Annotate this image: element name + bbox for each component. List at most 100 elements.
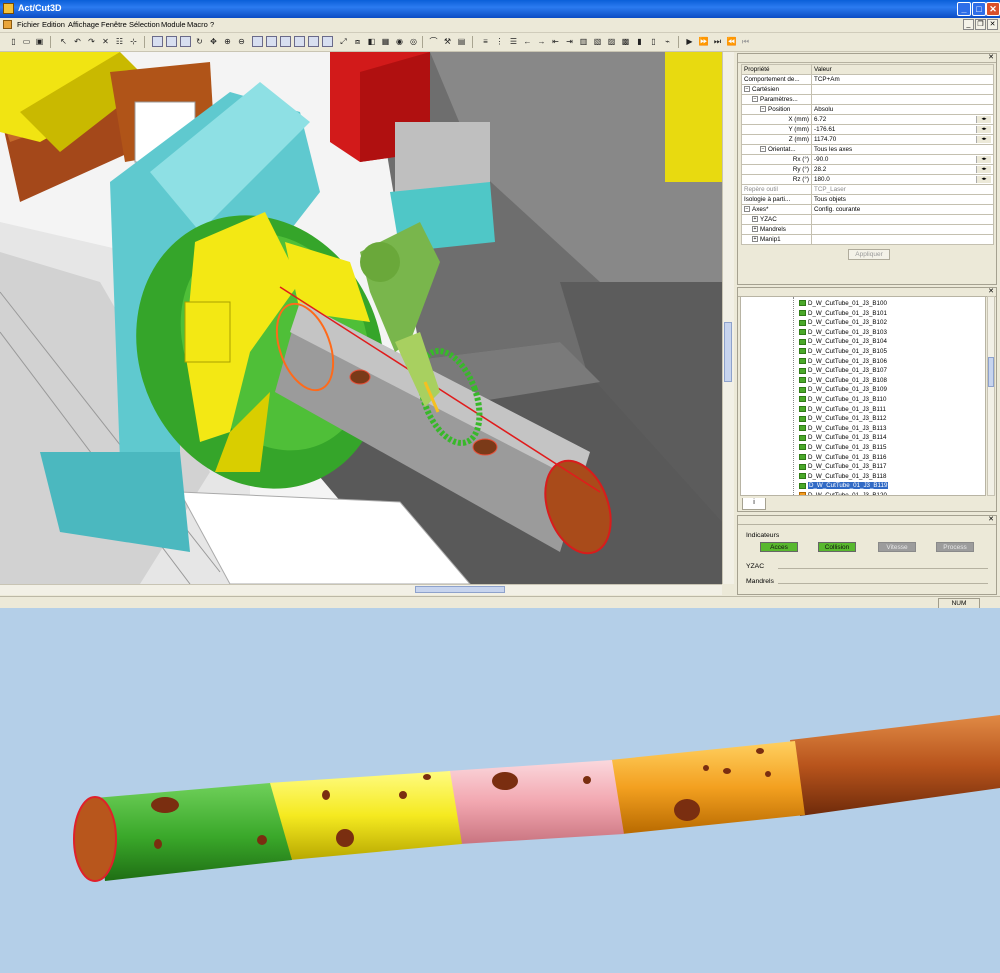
prop-row[interactable]: − Cartésien (741, 84, 994, 95)
tree-item[interactable]: D_W_CutTube_01_J3_B106 (799, 357, 887, 366)
chart-icon[interactable]: ▧ (592, 36, 603, 47)
camera-icon[interactable]: ◉ (394, 36, 405, 47)
bar-chart-icon[interactable]: ▮ (634, 36, 645, 47)
tree-tab[interactable]: i (742, 498, 766, 510)
tree-item[interactable]: D_W_CutTube_01_J3_B112 (799, 414, 886, 423)
report-icon[interactable]: ▨ (606, 36, 617, 47)
tree-item[interactable]: D_W_CutTube_01_J3_B115 (799, 443, 886, 452)
spin-arrows-icon[interactable]: ◂▸ (976, 125, 991, 133)
tree-scrollbar[interactable] (987, 296, 995, 496)
collapse-icon[interactable]: − (760, 105, 766, 112)
prop-row[interactable]: + Manip1 (741, 234, 994, 245)
view-back-icon[interactable] (308, 36, 319, 47)
tree-item[interactable]: D_W_CutTube_01_J3_B109 (799, 385, 887, 394)
step-forward-icon[interactable]: ⇥ (564, 36, 575, 47)
maximize-button[interactable]: □ (972, 2, 986, 16)
menu-macro[interactable]: Macro (187, 20, 208, 29)
collapse-icon[interactable]: − (760, 145, 766, 152)
indicator-collision[interactable]: Collision (818, 542, 856, 552)
menu-selection[interactable]: Sélection (129, 20, 160, 29)
tree-item[interactable]: D_W_CutTube_01_J3_B101 (799, 309, 887, 318)
prop-row[interactable]: Repère outil TCP_Laser (741, 184, 994, 195)
mdi-minimize-icon[interactable]: _ (963, 19, 974, 30)
scroll-thumb[interactable] (724, 322, 732, 382)
prop-value[interactable]: Absolu (811, 104, 994, 115)
redo-icon[interactable]: ↷ (86, 36, 97, 47)
distribute-icon[interactable]: ⋮ (494, 36, 505, 47)
zoom-in-icon[interactable]: ⊕ (222, 36, 233, 47)
prop-row[interactable]: Y (mm) -176.61 ◂▸ (741, 124, 994, 135)
prop-row[interactable]: Ry (°) 28.2 ◂▸ (741, 164, 994, 175)
prop-value[interactable]: 1174.70 ◂▸ (811, 134, 994, 145)
view-top-icon[interactable] (252, 36, 263, 47)
tree-item[interactable]: D_W_CutTube_01_J3_B117 (799, 462, 886, 471)
indicator-acces[interactable]: Acces (760, 542, 798, 552)
panel-close-icon[interactable]: ✕ (988, 53, 994, 61)
calculator-icon[interactable]: ▤ (456, 36, 467, 47)
left-arrow-icon[interactable]: ← (522, 36, 533, 47)
view-bottom-icon[interactable] (266, 36, 277, 47)
tree-item[interactable]: D_W_CutTube_01_J3_B118 (799, 472, 886, 481)
prop-value[interactable]: 180.0 ◂▸ (811, 174, 994, 185)
3d-viewport[interactable] (0, 52, 722, 584)
prop-row[interactable]: Rx (°) -90.0 ◂▸ (741, 154, 994, 165)
fit-all-icon[interactable]: ⤢ (338, 36, 349, 47)
spin-arrows-icon[interactable]: ◂▸ (976, 135, 991, 143)
prop-value[interactable]: Config. courante (811, 204, 994, 215)
prop-row[interactable]: − Orientat... Tous les axes (741, 144, 994, 155)
z-value[interactable]: 1174.70 (814, 136, 836, 143)
view-iso-icon[interactable] (180, 36, 191, 47)
menu-module[interactable]: Module (161, 20, 186, 29)
tree-item[interactable]: D_W_CutTube_01_J3_B114 (799, 433, 886, 442)
prop-row[interactable]: − Axes* Config. courante (741, 204, 994, 215)
prop-value[interactable]: 28.2 ◂▸ (811, 164, 994, 175)
panel-close-icon[interactable]: ✕ (988, 515, 994, 523)
menu-affichage[interactable]: Affichage (68, 20, 99, 29)
tree-item[interactable]: D_W_CutTube_01_J3_B105 (799, 347, 887, 356)
list-icon[interactable]: ☰ (508, 36, 519, 47)
spin-arrows-icon[interactable]: ◂▸ (976, 175, 991, 183)
collapse-icon[interactable]: − (744, 85, 750, 92)
prop-value[interactable]: Tous les axes (811, 144, 994, 155)
prop-value[interactable]: TCP+Am (811, 74, 994, 85)
rewind-icon[interactable]: ⏪ (726, 36, 737, 47)
menu-fichier[interactable]: Fichier (17, 20, 40, 29)
export-icon[interactable]: ▩ (620, 36, 631, 47)
save-icon[interactable]: ▣ (34, 36, 45, 47)
tree-item[interactable]: D_W_CutTube_01_J3_B108 (799, 376, 887, 385)
tree-item[interactable]: D_W_CutTube_01_J3_B120 (799, 491, 887, 495)
grid-icon[interactable]: ▦ (380, 36, 391, 47)
collapse-icon[interactable]: − (744, 205, 750, 212)
tree-item[interactable]: D_W_CutTube_01_J3_B111 (799, 405, 886, 414)
expand-icon[interactable]: + (752, 215, 758, 222)
align-icon[interactable]: ≡ (480, 36, 491, 47)
indicator-process[interactable]: Process (936, 542, 974, 552)
tree-item[interactable]: D_W_CutTube_01_J3_B103 (799, 328, 887, 337)
undo-icon[interactable]: ↶ (72, 36, 83, 47)
prop-row[interactable]: − Paramètres... (741, 94, 994, 105)
prop-value[interactable]: -90.0 ◂▸ (811, 154, 994, 165)
rotate-icon[interactable]: ↻ (194, 36, 205, 47)
tree-item[interactable]: D_W_CutTube_01_J3_B110 (799, 395, 886, 404)
viewport-horizontal-scrollbar[interactable] (0, 584, 722, 595)
menu-edition[interactable]: Edition (42, 20, 65, 29)
delete-icon[interactable]: ✕ (100, 36, 111, 47)
tree-item[interactable]: D_W_CutTube_01_J3_B116 (799, 453, 886, 462)
select-arrow-icon[interactable]: ↖ (58, 36, 69, 47)
view-perspective-icon[interactable] (322, 36, 333, 47)
menu-help[interactable]: ? (210, 20, 214, 29)
shading-icon[interactable]: ◧ (366, 36, 377, 47)
expand-icon[interactable]: + (752, 235, 758, 242)
panel-close-icon[interactable]: ✕ (988, 287, 994, 295)
prop-value[interactable]: 6.72 ◂▸ (811, 114, 994, 125)
tree-item[interactable]: D_W_CutTube_01_J3_B100 (799, 299, 887, 308)
step-icon[interactable]: ⏭ (712, 36, 723, 47)
prop-row[interactable]: Comportement de... TCP+Am (741, 74, 994, 85)
measure-icon[interactable]: ⊹ (128, 36, 139, 47)
prop-row[interactable]: X (mm) 6.72 ◂▸ (741, 114, 994, 125)
object-tree[interactable]: D_W_CutTube_01_J3_B100 D_W_CutTube_01_J3_… (740, 296, 986, 496)
tree-item[interactable]: D_W_CutTube_01_J3_B104 (799, 337, 887, 346)
prop-value[interactable]: Tous objets (811, 194, 994, 205)
expand-icon[interactable]: + (752, 225, 758, 232)
rz-value[interactable]: 180.0 (814, 176, 830, 183)
